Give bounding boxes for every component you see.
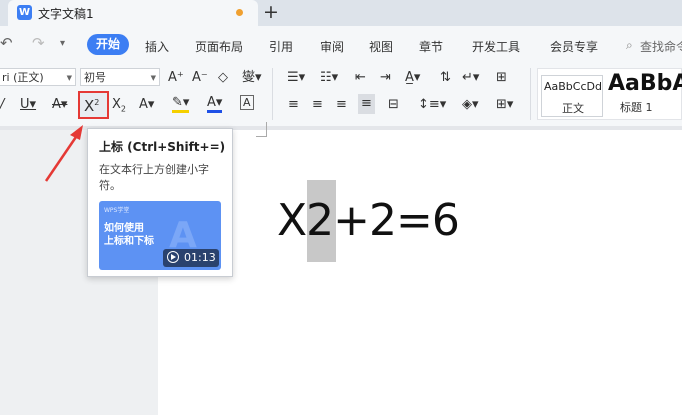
tutorial-video-card[interactable]: WPS学堂 A 如何使用 上标和下标 01:13 — [99, 201, 221, 270]
new-tab-button[interactable]: + — [263, 1, 279, 23]
font-color-icon[interactable]: A▾ — [207, 96, 223, 113]
ribbon-separator — [530, 68, 531, 120]
title-bar: W 文字文稿1 + — [0, 0, 682, 26]
quick-access-dropdown-icon[interactable]: ▾ — [60, 38, 65, 49]
video-duration: 01:13 — [184, 251, 216, 264]
shrink-font-icon[interactable]: A⁻ — [192, 69, 208, 87]
tab-sections[interactable]: 章节 — [419, 38, 443, 55]
document-page[interactable] — [158, 130, 682, 415]
tab-insert[interactable]: 插入 — [145, 38, 169, 55]
chevron-down-icon: ▼ — [150, 74, 156, 82]
search-icon[interactable]: ⌕ — [626, 38, 633, 53]
ribbon-separator — [272, 68, 273, 120]
show-marks-icon[interactable]: ↵▾ — [462, 69, 479, 87]
search-command-input[interactable]: 查找命令 — [640, 38, 682, 55]
align-center-icon[interactable]: ≡ — [312, 96, 323, 114]
font-name-select[interactable]: ri (正文) ▼ — [0, 68, 76, 86]
tab-view[interactable]: 视图 — [369, 38, 393, 55]
style-sample: AaBbA — [608, 71, 682, 96]
justify-icon[interactable]: ≡ — [358, 94, 375, 114]
text-effect-icon[interactable]: A▾ — [139, 96, 154, 114]
shading-icon[interactable]: ◈▾ — [462, 96, 479, 114]
chevron-down-icon: ▼ — [66, 74, 72, 82]
page-corner-mark — [256, 122, 267, 137]
menu-bar: ↶ ↷ ▾ 开始 插入 页面布局 引用 审阅 视图 章节 开发工具 会员专享 ⌕… — [0, 26, 682, 64]
align-left-icon[interactable]: ≡ — [288, 96, 299, 114]
play-icon — [167, 251, 179, 263]
numbered-list-icon[interactable]: ☷▾ — [320, 69, 338, 87]
tab-start[interactable]: 开始 — [87, 34, 129, 55]
line-spacing-icon[interactable]: ↕≡▾ — [418, 96, 446, 114]
style-sample: AaBbCcDd — [544, 80, 602, 93]
tab-member[interactable]: 会员专享 — [550, 38, 598, 55]
increase-indent-icon[interactable]: ⇥ — [380, 69, 391, 87]
tooltip-title: 上标 (Ctrl+Shift+=) — [99, 140, 226, 154]
tooltip-description: 在文本行上方创建小字符。 — [99, 163, 209, 192]
writer-doc-icon: W — [17, 5, 32, 20]
align-right-icon[interactable]: ≡ — [336, 96, 347, 114]
font-size-select[interactable]: 初号 ▼ — [80, 68, 160, 86]
superscript-button[interactable]: X2 — [78, 91, 109, 119]
tab-references[interactable]: 引用 — [269, 38, 293, 55]
highlight-color-icon[interactable]: ✎▾ — [172, 96, 190, 113]
sort-icon[interactable]: ⇅ — [440, 69, 451, 87]
superscript-icon: X2 — [84, 97, 100, 115]
tab-ruler-icon[interactable]: ⊞ — [496, 69, 507, 87]
chinese-layout-icon[interactable]: A̲▾ — [405, 69, 420, 87]
style-label: 正文 — [562, 102, 584, 115]
strikethrough-icon[interactable]: A▾ — [52, 96, 67, 114]
italic-icon[interactable]: / — [0, 96, 4, 114]
grow-font-icon[interactable]: A⁺ — [168, 69, 184, 87]
underline-icon[interactable]: U▾ — [20, 96, 36, 114]
style-label: 标题 1 — [620, 101, 653, 114]
wps-academy-label: WPS学堂 — [104, 207, 130, 214]
decrease-indent-icon[interactable]: ⇤ — [355, 69, 366, 87]
character-border-icon[interactable]: A — [240, 95, 254, 110]
redo-icon[interactable]: ↷ — [32, 34, 45, 52]
tab-review[interactable]: 审阅 — [320, 38, 344, 55]
borders-icon[interactable]: ⊞▾ — [496, 96, 513, 114]
styles-gallery: AaBbCcDd 正文 AaBbA 标题 1 — [537, 68, 682, 120]
style-normal[interactable]: AaBbCcDd 正文 — [541, 75, 603, 117]
video-play-badge[interactable]: 01:13 — [163, 249, 219, 267]
bullet-list-icon[interactable]: ☰▾ — [287, 69, 305, 87]
distributed-align-icon[interactable]: ⊟ — [388, 96, 399, 114]
annotation-arrow-icon — [44, 125, 83, 182]
undo-icon[interactable]: ↶ — [0, 34, 13, 52]
tab-developer[interactable]: 开发工具 — [472, 38, 520, 55]
clear-format-icon[interactable]: ◇ — [218, 69, 228, 87]
tab-page-layout[interactable]: 页面布局 — [195, 38, 243, 55]
superscript-tooltip: 上标 (Ctrl+Shift+=) 在文本行上方创建小字符。 WPS学堂 A 如… — [87, 128, 233, 277]
ribbon: ri (正文) ▼ 初号 ▼ A⁺ A⁻ ◇ 燮▾ / U▾ A▾ X2 X2 A▾… — [0, 64, 682, 126]
unsaved-dot-icon — [236, 9, 243, 16]
video-title: 如何使用 上标和下标 — [104, 223, 154, 247]
subscript-icon[interactable]: X2 — [112, 96, 126, 119]
document-tab[interactable]: W 文字文稿1 — [8, 0, 258, 26]
tab-title: 文字文稿1 — [38, 7, 94, 21]
phonetic-guide-icon[interactable]: 燮▾ — [242, 69, 262, 87]
document-equation-text[interactable]: X2+2=6 — [277, 195, 460, 246]
